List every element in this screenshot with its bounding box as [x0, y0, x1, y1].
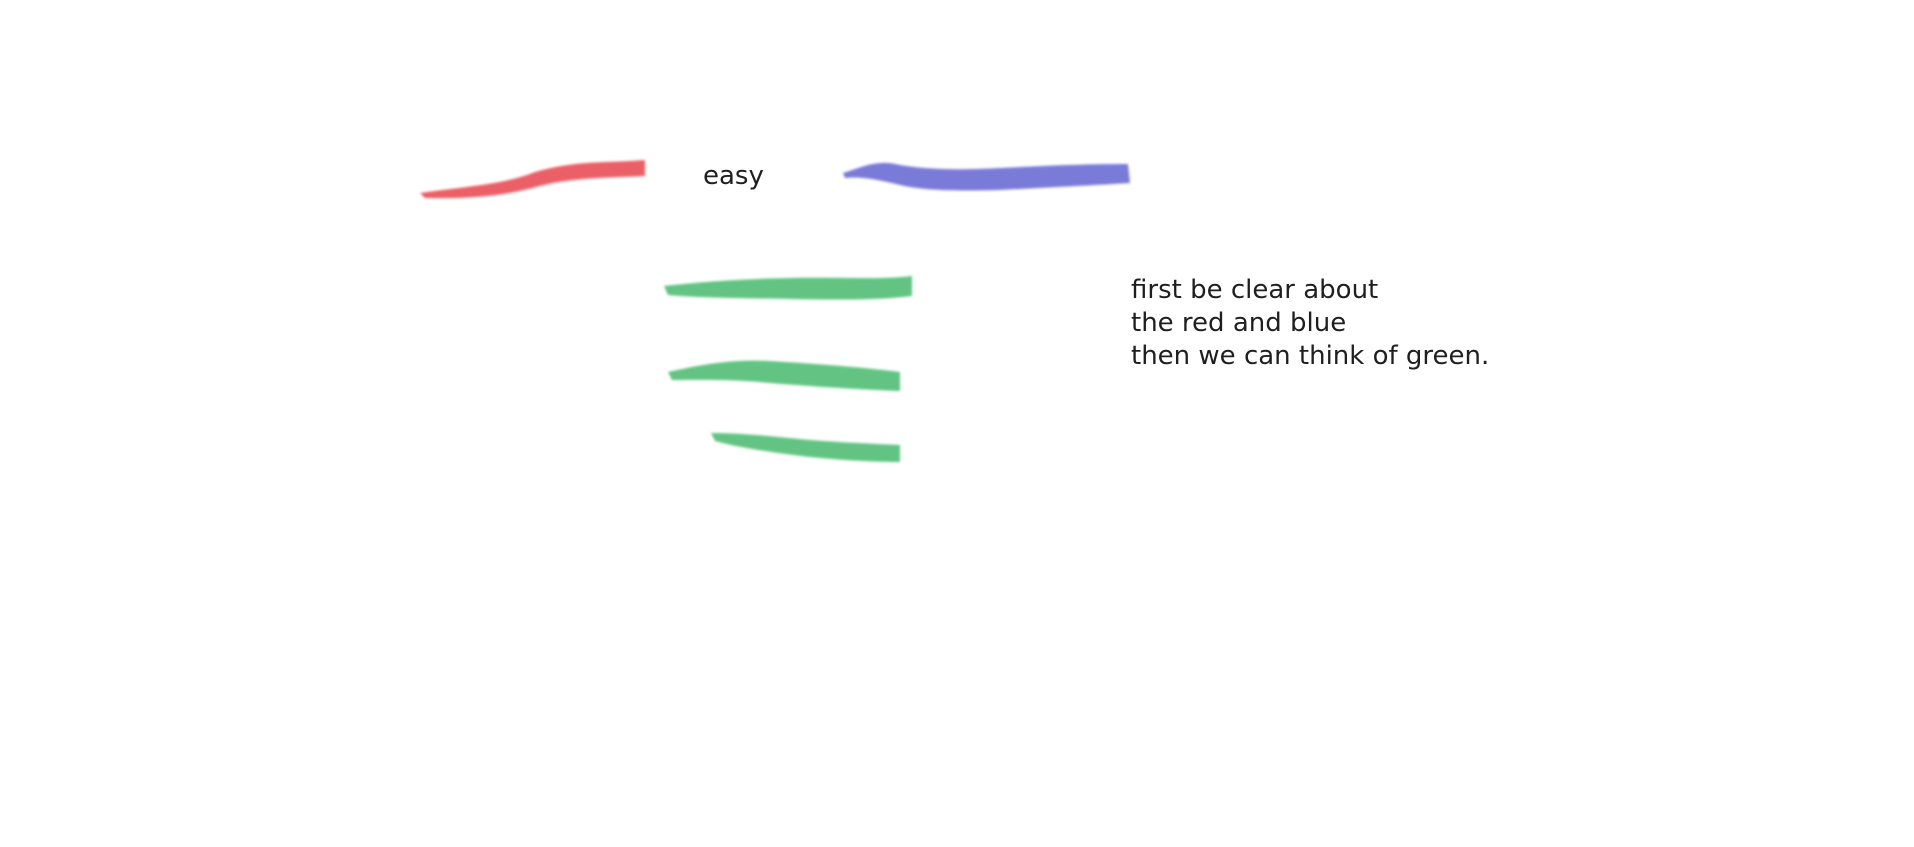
green-stroke-2	[668, 360, 900, 391]
green-stroke-3	[711, 433, 900, 462]
easy-label: easy	[703, 161, 764, 191]
note-line-2: the red and blue	[1131, 308, 1347, 338]
blue-stroke	[843, 162, 1130, 191]
note-line-1: first be clear about	[1131, 275, 1379, 305]
note-line-3: then we can think of green.	[1131, 341, 1490, 371]
red-stroke	[420, 160, 645, 199]
note-text: first be clear about the red and blue th…	[1131, 274, 1489, 373]
drawing-canvas: easy first be clear about the red and bl…	[0, 0, 1914, 847]
brush-strokes	[420, 160, 1130, 462]
green-stroke-1	[664, 276, 912, 300]
